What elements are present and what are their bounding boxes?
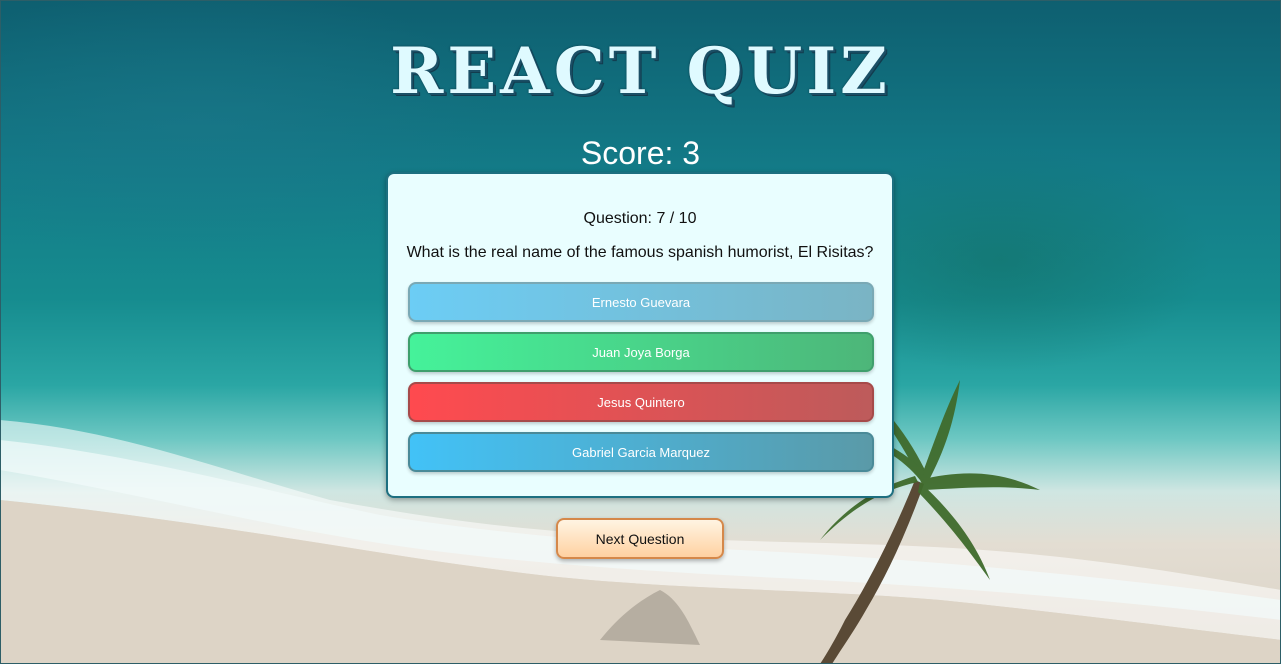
answer-button-correct[interactable]: Juan Joya Borga bbox=[408, 332, 874, 372]
answer-button-neutral[interactable]: Gabriel Garcia Marquez bbox=[408, 432, 874, 472]
answer-button-neutral[interactable]: Ernesto Guevara bbox=[408, 282, 874, 322]
question-text: What is the real name of the famous span… bbox=[406, 244, 874, 261]
app-title: REACT QUIZ bbox=[390, 34, 891, 109]
question-counter: Question: 7 / 10 bbox=[583, 210, 697, 227]
answer-button-wrong[interactable]: Jesus Quintero bbox=[408, 382, 874, 422]
question-card: Question: 7 / 10 What is the real name o… bbox=[386, 172, 894, 498]
next-question-button[interactable]: Next Question bbox=[556, 518, 724, 559]
score-display: Score: 3 bbox=[580, 135, 701, 171]
